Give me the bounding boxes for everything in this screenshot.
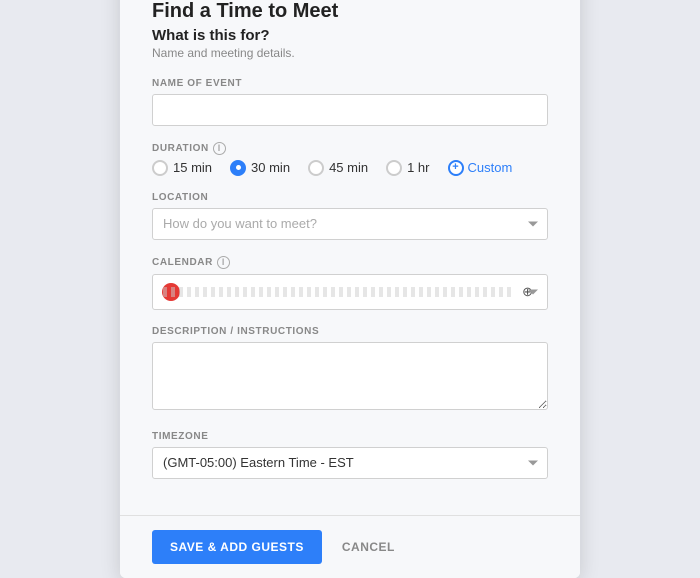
event-name-input[interactable] <box>152 94 548 126</box>
footer: Save & Add Guests Cancel <box>120 515 580 578</box>
location-label: Location <box>152 192 548 203</box>
description-label: Description / Instructions <box>152 326 548 337</box>
duration-15min[interactable]: 15 min <box>152 160 212 176</box>
calendar-label: Calendar i <box>152 256 548 269</box>
duration-1hr[interactable]: 1 hr <box>386 160 429 176</box>
description-textarea[interactable] <box>152 342 548 410</box>
calendar-field-group: Calendar i ⊕ <box>152 256 548 310</box>
duration-45min[interactable]: 45 min <box>308 160 368 176</box>
duration-15min-label: 15 min <box>173 160 212 175</box>
calendar-info-icon[interactable]: i <box>217 256 230 269</box>
duration-label: Duration i <box>152 142 548 155</box>
calendar-blurred-value <box>163 287 514 297</box>
duration-info-icon[interactable]: i <box>213 142 226 155</box>
radio-45min <box>308 160 324 176</box>
event-name-field-group: Name of Event <box>152 78 548 126</box>
main-content: Find a Time to Meet What is this for? Na… <box>120 0 580 515</box>
timezone-select-wrapper: (GMT-05:00) Eastern Time - EST ( GMT-08:… <box>152 447 548 479</box>
timezone-field-group: Timezone (GMT-05:00) Eastern Time - EST … <box>152 431 548 479</box>
calendar-select-wrapper: ⊕ <box>152 274 548 310</box>
duration-options: 15 min 30 min 45 min 1 hr Custom <box>152 160 548 176</box>
calendar-row[interactable]: ⊕ <box>152 274 548 310</box>
duration-custom-label: Custom <box>468 160 513 175</box>
location-field-group: Location How do you want to meet? <box>152 192 548 240</box>
page-title: Find a Time to Meet <box>152 0 548 23</box>
radio-30min <box>230 160 246 176</box>
location-select[interactable]: How do you want to meet? <box>152 208 548 240</box>
description-field-group: Description / Instructions <box>152 326 548 415</box>
duration-30min-label: 30 min <box>251 160 290 175</box>
modal-container: × Names & Details Create Event <box>120 0 580 578</box>
duration-1hr-label: 1 hr <box>407 160 429 175</box>
duration-30min[interactable]: 30 min <box>230 160 290 176</box>
calendar-share-icon[interactable]: ⊕ <box>522 284 533 300</box>
save-add-guests-button[interactable]: Save & Add Guests <box>152 530 322 564</box>
timezone-label: Timezone <box>152 431 548 442</box>
duration-45min-label: 45 min <box>329 160 368 175</box>
duration-field-group: Duration i 15 min 30 min 45 min <box>152 142 548 176</box>
radio-1hr <box>386 160 402 176</box>
timezone-select[interactable]: (GMT-05:00) Eastern Time - EST ( GMT-08:… <box>152 447 548 479</box>
section-sub: Name and meeting details. <box>152 46 548 60</box>
event-name-label: Name of Event <box>152 78 548 89</box>
radio-15min <box>152 160 168 176</box>
custom-circle-icon <box>448 160 464 176</box>
section-heading: What is this for? <box>152 27 548 44</box>
duration-custom[interactable]: Custom <box>448 160 513 176</box>
cancel-button[interactable]: Cancel <box>342 540 395 554</box>
location-select-wrapper: How do you want to meet? <box>152 208 548 240</box>
